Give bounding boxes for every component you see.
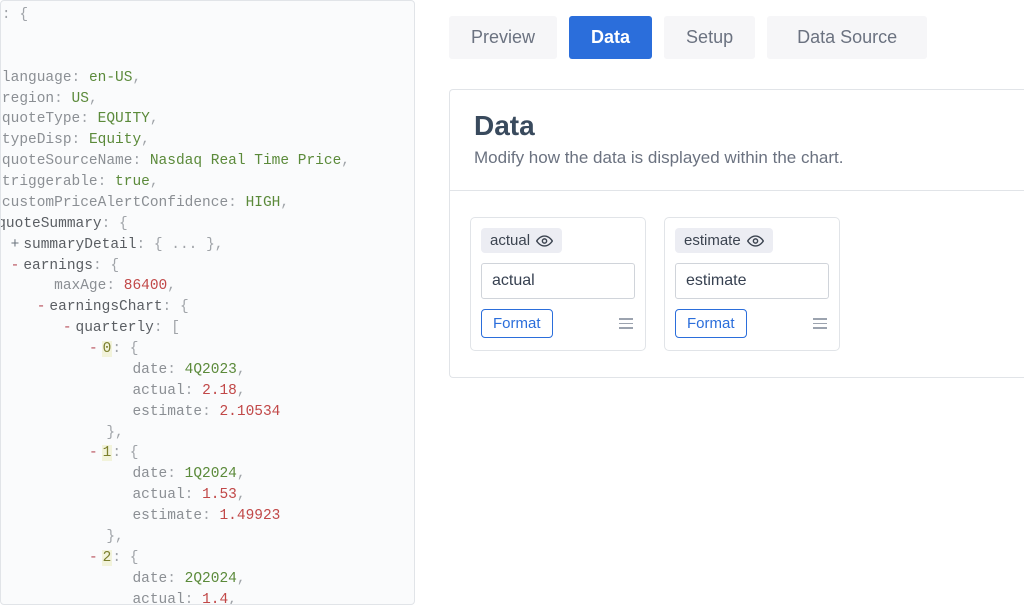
tab-bar: Preview Data Setup Data Source <box>449 0 1024 59</box>
collapse-icon[interactable]: - <box>89 548 98 569</box>
tab-setup[interactable]: Setup <box>664 16 755 59</box>
format-button-estimate[interactable]: Format <box>675 309 747 338</box>
chip-label: actual <box>490 232 530 249</box>
json-viewer-panel: esponse: { ult: [ 0: { language: en-US, … <box>0 0 415 605</box>
card-title: Data <box>474 110 1000 142</box>
tab-data-source[interactable]: Data Source <box>767 16 927 59</box>
field-input-actual[interactable] <box>481 263 635 299</box>
field-input-estimate[interactable] <box>675 263 829 299</box>
hamburger-icon[interactable] <box>811 316 829 331</box>
tab-data[interactable]: Data <box>569 16 652 59</box>
eye-icon <box>536 235 553 247</box>
collapse-icon[interactable]: - <box>89 443 98 464</box>
format-button-actual[interactable]: Format <box>481 309 553 338</box>
chip-label: estimate <box>684 232 741 249</box>
tab-preview[interactable]: Preview <box>449 16 557 59</box>
collapse-icon[interactable]: - <box>63 318 72 339</box>
collapse-icon[interactable]: - <box>37 297 46 318</box>
field-actual: actual Format <box>470 217 646 351</box>
hamburger-icon[interactable] <box>617 316 635 331</box>
collapse-icon[interactable]: - <box>89 339 98 360</box>
collapse-icon[interactable]: - <box>11 256 20 277</box>
field-estimate: estimate Format <box>664 217 840 351</box>
config-panel: Preview Data Setup Data Source Data Modi… <box>415 0 1024 605</box>
data-card: Data Modify how the data is displayed wi… <box>449 89 1024 378</box>
expand-icon[interactable]: + <box>11 235 20 256</box>
card-subtitle: Modify how the data is displayed within … <box>474 148 1000 168</box>
eye-icon <box>747 235 764 247</box>
field-chip-actual[interactable]: actual <box>481 228 562 253</box>
json-tree[interactable]: esponse: { ult: [ 0: { language: en-US, … <box>0 5 414 605</box>
field-chip-estimate[interactable]: estimate <box>675 228 773 253</box>
